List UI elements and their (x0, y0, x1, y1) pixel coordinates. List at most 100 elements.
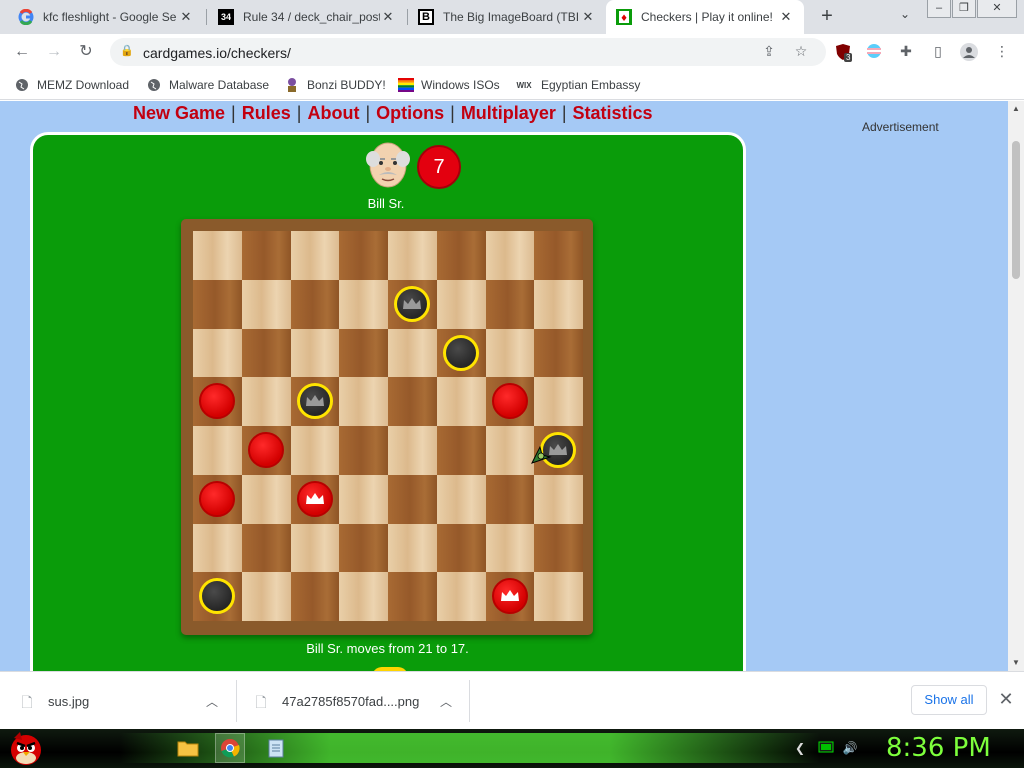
red-piece[interactable] (199, 383, 235, 420)
ublock-icon[interactable]: 3 (834, 43, 853, 62)
board-square[interactable] (339, 377, 388, 426)
board-square[interactable] (339, 474, 388, 524)
extensions-puzzle-icon[interactable]: ✚ (897, 43, 915, 61)
tab-tbib[interactable]: B The Big ImageBoard (TBIB ✕ (408, 0, 606, 34)
bookmark-bonzi-buddy[interactable]: Bonzi BUDDY! (284, 76, 386, 94)
tray-arrow-icon[interactable]: ❮ (792, 741, 808, 757)
share-icon[interactable]: ⇪ (760, 43, 778, 61)
board-square[interactable] (193, 523, 242, 573)
red-king[interactable] (296, 480, 333, 517)
board-square[interactable] (193, 279, 242, 329)
tab-rule34[interactable]: 34 Rule 34 / deck_chair_post ✕ (208, 0, 406, 34)
board-square[interactable] (193, 474, 242, 524)
checkers-board[interactable] (193, 231, 583, 621)
board-square[interactable] (290, 328, 340, 378)
board-square[interactable] (534, 279, 583, 329)
start-button[interactable] (8, 728, 44, 768)
board-square[interactable] (534, 231, 583, 280)
close-window-button[interactable]: ✕ (977, 0, 1017, 18)
black-king[interactable] (394, 285, 430, 322)
download-item[interactable]: 🗋 47a2785f8570fad....png ︿ (252, 672, 468, 730)
statistics-link[interactable]: Statistics (573, 103, 653, 123)
board-square[interactable] (241, 279, 291, 329)
board-square[interactable] (388, 377, 437, 426)
bookmark-memz[interactable]: MEMZ Download (14, 76, 129, 94)
board-square[interactable] (485, 279, 535, 329)
minimize-button[interactable]: – (927, 0, 951, 18)
board-square[interactable] (436, 426, 486, 475)
chevron-up-icon[interactable]: ︿ (440, 693, 452, 710)
network-icon[interactable] (818, 741, 834, 757)
board-square[interactable] (534, 572, 583, 621)
close-downloads-icon[interactable]: ✕ (996, 689, 1016, 709)
pride-extension-icon[interactable] (865, 43, 883, 61)
board-square[interactable] (436, 328, 486, 378)
folder-icon[interactable] (173, 733, 203, 763)
bookmark-star-icon[interactable]: ☆ (792, 43, 810, 61)
multiplayer-link[interactable]: Multiplayer (461, 103, 556, 123)
chrome-icon[interactable] (215, 733, 245, 763)
address-bar[interactable]: 🔒 cardgames.io/checkers/ ⇪ ☆ (110, 38, 826, 66)
board-square[interactable] (241, 426, 291, 475)
black-piece[interactable] (442, 334, 479, 371)
close-tab-icon[interactable]: ✕ (178, 9, 194, 25)
tab-checkers[interactable]: ♦ Checkers | Play it online! ✕ (606, 0, 804, 34)
board-square[interactable] (290, 474, 340, 524)
chrome-menu-icon[interactable]: ⋮ (993, 43, 1011, 61)
board-square[interactable] (388, 328, 437, 378)
board-square[interactable] (339, 279, 388, 329)
board-square[interactable] (485, 231, 535, 280)
side-panel-icon[interactable]: ▯ (929, 43, 947, 61)
board-square[interactable] (290, 572, 340, 621)
new-tab-button[interactable]: + (816, 5, 838, 27)
black-king[interactable] (296, 383, 333, 420)
close-tab-icon[interactable]: ✕ (380, 9, 396, 25)
close-tab-icon[interactable]: ✕ (778, 9, 794, 25)
board-square[interactable] (534, 523, 583, 573)
board-square[interactable] (290, 523, 340, 573)
board-square[interactable] (388, 231, 437, 280)
board-square[interactable] (193, 231, 242, 280)
board-square[interactable] (193, 572, 242, 621)
restore-button[interactable]: ❐ (952, 0, 976, 18)
board-square[interactable] (485, 377, 535, 426)
board-square[interactable] (290, 279, 340, 329)
board-square[interactable] (485, 474, 535, 524)
board-square[interactable] (534, 474, 583, 524)
board-square[interactable] (193, 377, 242, 426)
board-square[interactable] (388, 279, 437, 329)
red-piece[interactable] (247, 432, 284, 468)
board-square[interactable] (436, 231, 486, 280)
about-link[interactable]: About (307, 103, 359, 123)
board-square[interactable] (436, 572, 486, 621)
board-square[interactable] (339, 523, 388, 573)
board-square[interactable] (485, 426, 535, 475)
board-square[interactable] (534, 328, 583, 378)
tab-google[interactable]: kfc fleshlight - Google Se ✕ (8, 0, 204, 34)
forward-button[interactable]: → (42, 40, 66, 64)
board-square[interactable] (436, 377, 486, 426)
back-button[interactable]: ← (10, 40, 34, 64)
board-square[interactable] (485, 523, 535, 573)
red-piece[interactable] (199, 480, 235, 517)
red-piece[interactable] (491, 383, 528, 420)
board-square[interactable] (193, 426, 242, 475)
board-square[interactable] (241, 377, 291, 426)
board-square[interactable] (485, 572, 535, 621)
notepad-icon[interactable] (261, 733, 291, 763)
new-game-link[interactable]: New Game (133, 103, 225, 123)
board-square[interactable] (388, 523, 437, 573)
rules-link[interactable]: Rules (242, 103, 291, 123)
scroll-up-icon[interactable]: ▲ (1008, 101, 1024, 117)
board-square[interactable] (388, 474, 437, 524)
board-square[interactable] (290, 377, 340, 426)
board-square[interactable] (241, 328, 291, 378)
black-piece[interactable] (199, 578, 235, 615)
board-square[interactable] (241, 523, 291, 573)
board-square[interactable] (388, 572, 437, 621)
board-square[interactable] (436, 474, 486, 524)
red-king[interactable] (491, 578, 528, 615)
close-tab-icon[interactable]: ✕ (580, 9, 596, 25)
board-square[interactable] (241, 474, 291, 524)
board-square[interactable] (193, 328, 242, 378)
